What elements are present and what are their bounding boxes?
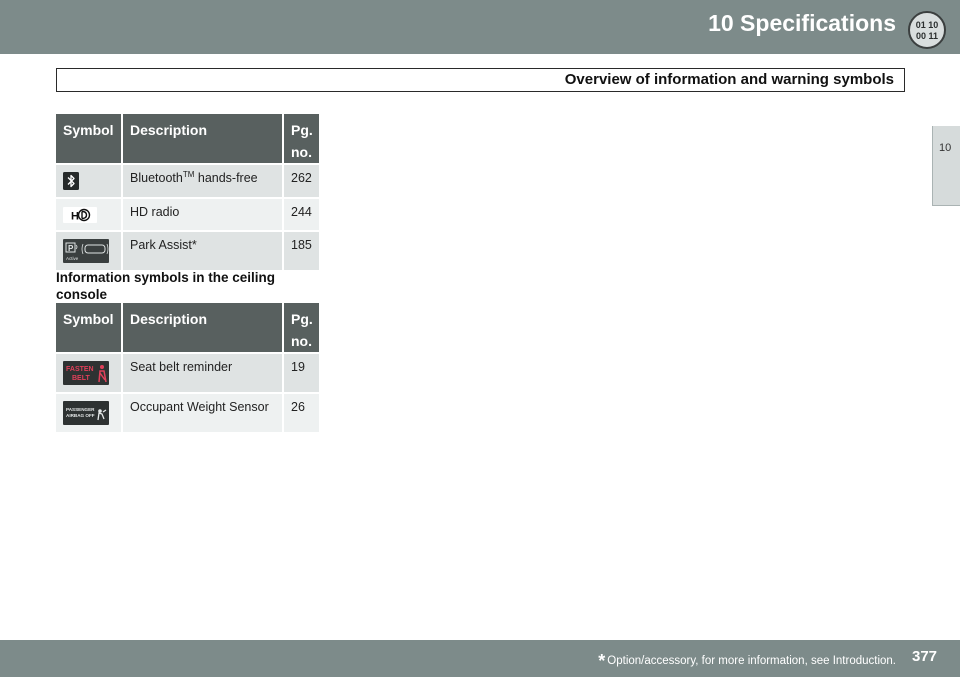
page-number-cell: 262 — [283, 163, 319, 198]
description-cell: Seat belt reminder — [122, 352, 284, 393]
bluetooth-icon — [63, 172, 79, 190]
symbol-cell: FASTEN BELT — [56, 352, 123, 393]
fasten-belt-icon: FASTEN BELT — [63, 361, 109, 385]
symbol-cell — [56, 163, 123, 198]
description-text: Bluetooth — [130, 171, 183, 185]
header-bar: 10 Specifications 01 10 00 11 — [0, 0, 960, 54]
header-page-number: Pg. no. — [283, 303, 319, 353]
speedometer-digits-icon: 01 10 00 11 — [908, 11, 946, 49]
passenger-airbag-off-icon: PASSENGER AIRBAG OFF — [63, 401, 109, 425]
table-row: BluetoothTM hands-free 262 — [56, 163, 319, 198]
header-page-number: Pg. no. — [283, 114, 319, 164]
trademark-superscript: TM — [182, 169, 195, 179]
page-number-cell: 185 — [283, 230, 319, 270]
svg-text:H: H — [71, 211, 79, 223]
page-number-cell: 244 — [283, 197, 319, 231]
header-page-line1: Pg. — [291, 122, 313, 138]
footnote: * Option/accessory, for more information,… — [598, 651, 896, 672]
table-header-row: Symbol Description Pg. no. — [56, 303, 319, 353]
header-description: Description — [122, 114, 284, 164]
page-number-cell: 19 — [283, 352, 319, 393]
section-title: Overview of information and warning symb… — [564, 71, 894, 88]
header-symbol: Symbol — [56, 303, 123, 353]
description-cell: Park Assist* — [122, 230, 284, 270]
symbols-table-1: Symbol Description Pg. no. BluetoothTM ha… — [56, 114, 319, 270]
header-page-line1: Pg. — [291, 311, 313, 327]
table-row: H HD radio 244 — [56, 197, 319, 231]
table-row: FASTEN BELT Seat belt reminder 19 — [56, 352, 319, 393]
footer-bar: * Option/accessory, for more information,… — [0, 640, 960, 677]
header-page-line2: no. — [291, 333, 312, 349]
description-text-rest: hands-free — [194, 171, 258, 185]
fasten-belt-text-1: FASTEN — [66, 366, 94, 373]
symbol-cell: P Active — [56, 230, 123, 270]
symbol-cell: H — [56, 197, 123, 231]
airbag-icon-text-1: PASSENGER — [66, 407, 95, 412]
symbol-cell: PASSENGER AIRBAG OFF — [56, 392, 123, 432]
footnote-star: * — [598, 651, 606, 671]
page-number: 377 — [912, 648, 938, 665]
table-row: PASSENGER AIRBAG OFF Occupant Weight Sen… — [56, 392, 319, 432]
side-tab-label: 10 — [939, 142, 952, 154]
fasten-belt-text-2: BELT — [72, 375, 90, 382]
icon-digits-bottom: 00 11 — [916, 31, 938, 41]
chapter-side-tab[interactable]: 10 — [932, 126, 960, 206]
header-description: Description — [122, 303, 284, 353]
svg-text:P: P — [68, 244, 74, 253]
airbag-icon-text-2: AIRBAG OFF — [66, 413, 95, 418]
description-cell: BluetoothTM hands-free — [122, 163, 284, 198]
section-subheading: Information symbols in the ceiling conso… — [56, 270, 276, 302]
icon-digits-top: 01 10 — [916, 20, 939, 30]
description-cell: HD radio — [122, 197, 284, 231]
park-assist-icon-text: Active — [66, 256, 79, 261]
table-row: P Active Park Assist* 185 — [56, 230, 319, 270]
table-header-row: Symbol Description Pg. no. — [56, 114, 319, 164]
hd-radio-icon: H — [63, 207, 97, 223]
symbols-table-2: Symbol Description Pg. no. FASTEN BELT Se… — [56, 303, 319, 432]
description-cell: Occupant Weight Sensor — [122, 392, 284, 432]
header-symbol: Symbol — [56, 114, 123, 164]
chapter-title: 10 Specifications — [708, 10, 896, 36]
header-page-line2: no. — [291, 144, 312, 160]
section-title-box: Overview of information and warning symb… — [56, 68, 905, 92]
park-assist-icon: P Active — [63, 239, 109, 263]
page-number-cell: 26 — [283, 392, 319, 432]
footnote-text: Option/accessory, for more information, … — [607, 655, 896, 667]
